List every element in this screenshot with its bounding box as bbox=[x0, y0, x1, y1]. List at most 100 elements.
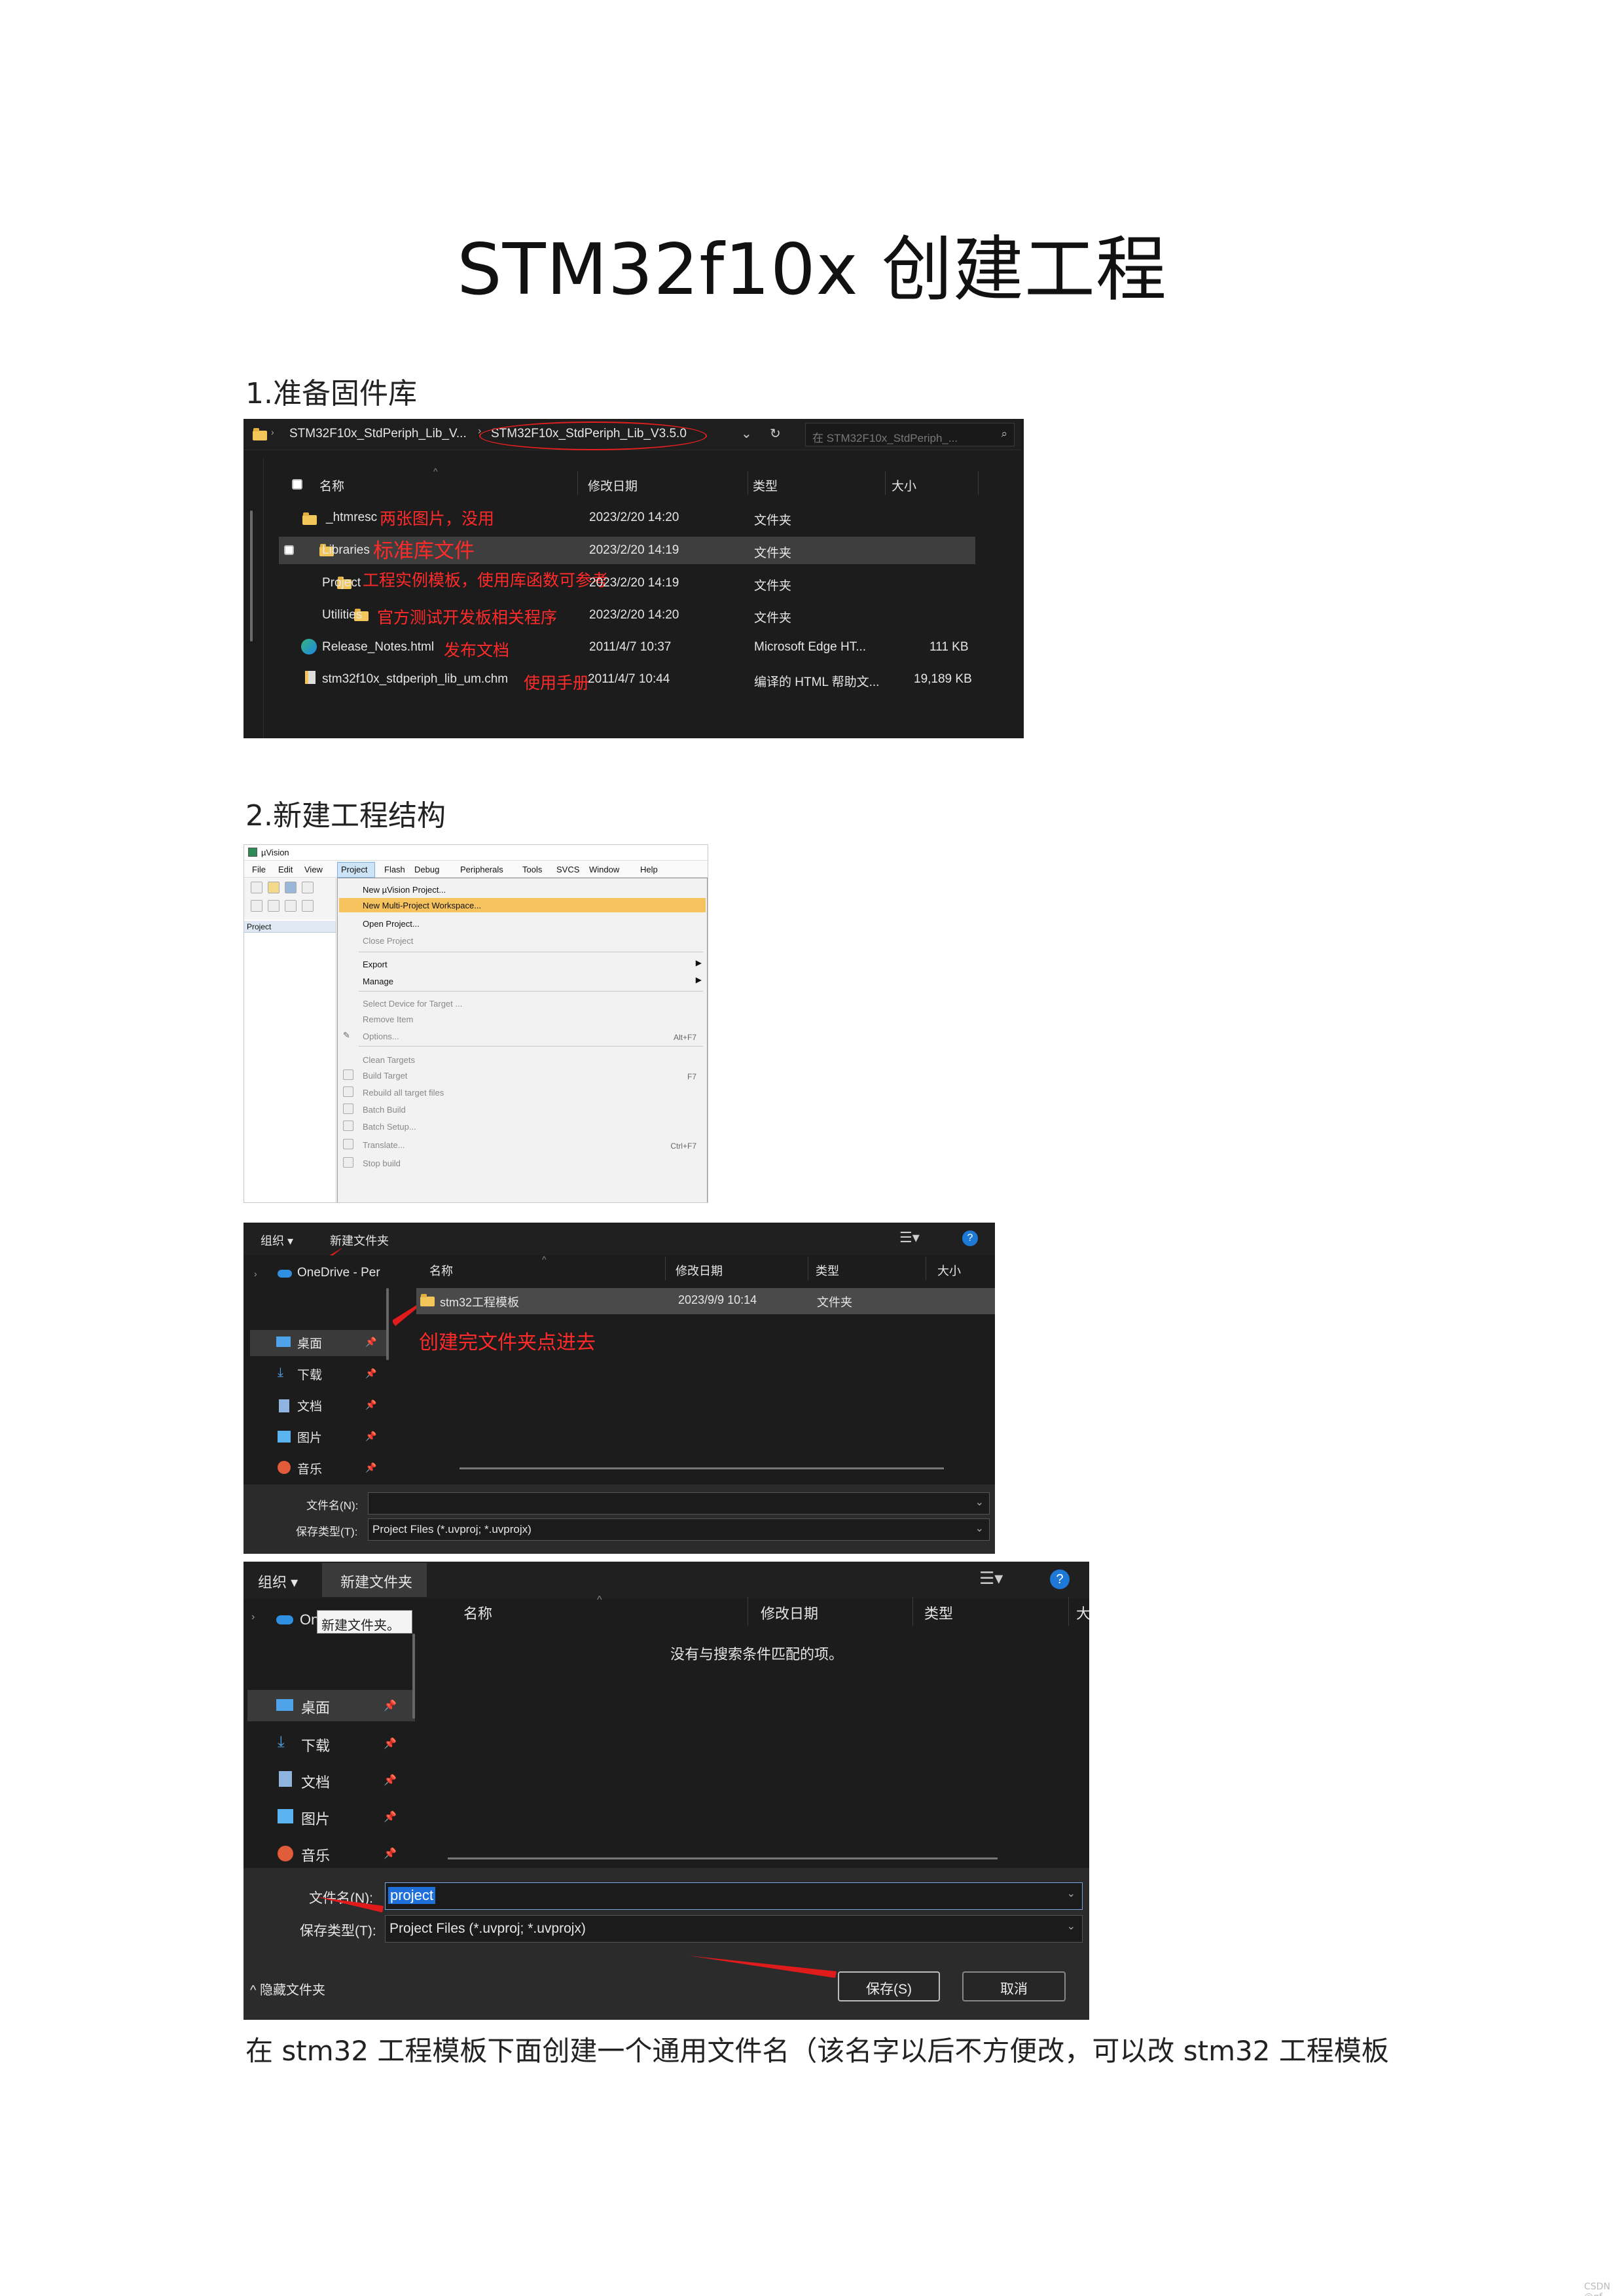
pin-icon[interactable]: 📌 bbox=[365, 1399, 376, 1410]
menu-flash[interactable]: Flash bbox=[384, 865, 405, 874]
menu-item-new-project[interactable]: New µVision Project... bbox=[363, 885, 446, 895]
row-checkbox[interactable] bbox=[284, 545, 294, 555]
menu-item-rebuild[interactable]: Rebuild all target files bbox=[363, 1088, 444, 1098]
expand-chevron-icon[interactable]: › bbox=[254, 1268, 257, 1279]
red-ellipse-annotation bbox=[479, 422, 707, 450]
menu-item-close-project[interactable]: Close Project bbox=[363, 936, 413, 946]
folder-type: 文件夹 bbox=[817, 1296, 852, 1309]
menu-item-build-target[interactable]: Build Target bbox=[363, 1071, 407, 1081]
filename-input[interactable]: ⌄ bbox=[368, 1492, 990, 1515]
menu-tools[interactable]: Tools bbox=[522, 865, 542, 874]
red-annotation: 官方测试开发板相关程序 bbox=[377, 608, 558, 627]
shortcut-label: F7 bbox=[687, 1072, 696, 1081]
file-explorer-screenshot: › STM32F10x_StdPeriph_Lib_V... › STM32F1… bbox=[244, 419, 1024, 738]
menu-view[interactable]: View bbox=[304, 865, 323, 874]
menu-item-stop-build[interactable]: Stop build bbox=[363, 1158, 401, 1168]
sidebar-scrollbar[interactable] bbox=[386, 1288, 389, 1360]
menu-item-translate[interactable]: Translate... bbox=[363, 1140, 405, 1150]
horizontal-scrollbar[interactable] bbox=[460, 1467, 944, 1469]
pin-icon[interactable]: 📌 bbox=[365, 1462, 376, 1473]
search-box[interactable]: 在 STM32F10x_StdPeriph_... ⌕ bbox=[805, 423, 1015, 446]
menu-item-export[interactable]: Export bbox=[363, 960, 388, 969]
menu-window[interactable]: Window bbox=[589, 865, 619, 874]
rebuild-icon bbox=[343, 1086, 353, 1097]
sidebar-item-onedrive[interactable]: OneDrive - Per bbox=[297, 1266, 380, 1280]
menu-project[interactable]: Project bbox=[341, 865, 367, 874]
rebuild-icon[interactable] bbox=[268, 900, 280, 912]
sidebar-item-desktop[interactable]: 桌面 bbox=[297, 1334, 322, 1352]
menu-peripherals[interactable]: Peripherals bbox=[460, 865, 503, 874]
sidebar-item-music[interactable]: 音乐 bbox=[297, 1460, 322, 1477]
file-name[interactable]: Libraries bbox=[322, 543, 370, 558]
menu-item-batch-setup[interactable]: Batch Setup... bbox=[363, 1122, 416, 1132]
options-wand-icon: ✎ bbox=[343, 1030, 350, 1040]
file-type: 文件夹 bbox=[754, 579, 792, 593]
file-name[interactable]: Project bbox=[322, 576, 361, 590]
menu-help[interactable]: Help bbox=[640, 865, 658, 874]
column-header-size[interactable]: 大小 bbox=[937, 1262, 961, 1279]
column-header-name[interactable]: 名称 bbox=[429, 1262, 453, 1279]
sidebar-item-pictures[interactable]: 图片 bbox=[297, 1428, 322, 1446]
chevron-down-icon[interactable]: ⌄ bbox=[975, 1496, 984, 1509]
pin-icon[interactable]: 📌 bbox=[365, 1336, 376, 1348]
project-panel-label: Project bbox=[247, 922, 272, 931]
folder-icon bbox=[253, 428, 267, 440]
chevron-down-icon[interactable]: ⌄ bbox=[741, 425, 752, 442]
sort-arrow-icon: ^ bbox=[542, 1254, 547, 1265]
file-name[interactable]: stm32f10x_stdperiph_lib_um.chm bbox=[322, 672, 508, 687]
menu-debug[interactable]: Debug bbox=[414, 865, 439, 874]
pin-icon[interactable]: 📌 bbox=[365, 1431, 376, 1442]
sidebar-item-downloads[interactable]: 下载 bbox=[297, 1365, 322, 1383]
batch-setup-icon bbox=[343, 1121, 353, 1131]
pin-icon[interactable]: 📌 bbox=[365, 1368, 376, 1379]
column-header-date[interactable]: 修改日期 bbox=[588, 476, 638, 494]
save-all-icon[interactable] bbox=[302, 882, 314, 893]
menu-svcs[interactable]: SVCS bbox=[556, 865, 579, 874]
menu-item-remove-item[interactable]: Remove Item bbox=[363, 1014, 413, 1024]
column-header-size[interactable]: 大小 bbox=[892, 476, 916, 494]
menu-item-options[interactable]: Options... bbox=[363, 1031, 399, 1041]
save-icon[interactable] bbox=[285, 882, 297, 893]
build-icon bbox=[343, 1069, 353, 1080]
menu-edit[interactable]: Edit bbox=[278, 865, 293, 874]
file-name[interactable]: Utilities bbox=[322, 608, 362, 622]
section-heading-2: 2.新建工程结构 bbox=[245, 799, 446, 833]
chevron-down-icon[interactable]: ⌄ bbox=[975, 1522, 984, 1535]
column-header-type[interactable]: 类型 bbox=[753, 476, 778, 494]
scrollbar[interactable] bbox=[250, 511, 253, 641]
red-arrow bbox=[316, 1897, 384, 1912]
menu-item-new-multi-project[interactable]: New Multi-Project Workspace... bbox=[363, 901, 481, 910]
sidebar-item-documents[interactable]: 文档 bbox=[297, 1397, 322, 1414]
menu-item-batch-build[interactable]: Batch Build bbox=[363, 1105, 406, 1115]
build-icon[interactable] bbox=[251, 900, 262, 912]
red-annotation: 创建完文件夹点进去 bbox=[419, 1331, 596, 1354]
column-header-name[interactable]: 名称 bbox=[319, 476, 344, 494]
batch-icon[interactable] bbox=[285, 900, 297, 912]
filetype-select[interactable]: Project Files (*.uvproj; *.uvprojx) ⌄ bbox=[368, 1518, 990, 1541]
folder-icon bbox=[302, 512, 317, 525]
open-folder-icon[interactable] bbox=[268, 882, 280, 893]
file-name[interactable]: Release_Notes.html bbox=[322, 640, 434, 655]
breadcrumb-item[interactable]: STM32F10x_StdPeriph_Lib_V... bbox=[289, 427, 467, 441]
refresh-icon[interactable]: ↻ bbox=[770, 425, 781, 442]
red-annotation: 两张图片，没用 bbox=[380, 509, 495, 528]
file-type: 编译的 HTML 帮助文... bbox=[754, 675, 880, 689]
menu-item-manage[interactable]: Manage bbox=[363, 977, 393, 986]
page-title: STM32f10x 创建工程 bbox=[457, 229, 1167, 311]
dialog-sidebar: › OneDrive - Per 桌面 📌 ⤓ 下载 📌 文档 📌 图片 📌 音… bbox=[244, 1255, 393, 1477]
menu-item-clean-targets[interactable]: Clean Targets bbox=[363, 1055, 415, 1065]
column-header-type[interactable]: 类型 bbox=[816, 1262, 839, 1279]
menu-file[interactable]: File bbox=[252, 865, 266, 874]
menu-item-open-project[interactable]: Open Project... bbox=[363, 919, 420, 929]
section-heading-1: 1.准备固件库 bbox=[245, 377, 417, 410]
batch-build-icon bbox=[343, 1103, 353, 1114]
project-dropdown-menu: New µVision Project... New Multi-Project… bbox=[337, 878, 708, 1202]
options-icon[interactable] bbox=[302, 900, 314, 912]
new-file-icon[interactable] bbox=[251, 882, 262, 893]
file-name[interactable]: _htmresc bbox=[326, 511, 377, 525]
red-annotation: 使用手册 bbox=[524, 673, 590, 692]
folder-name[interactable]: stm32工程模板 bbox=[440, 1293, 519, 1310]
column-header-date[interactable]: 修改日期 bbox=[676, 1262, 723, 1279]
select-all-checkbox[interactable] bbox=[292, 479, 302, 490]
menu-item-select-device[interactable]: Select Device for Target ... bbox=[363, 999, 462, 1009]
